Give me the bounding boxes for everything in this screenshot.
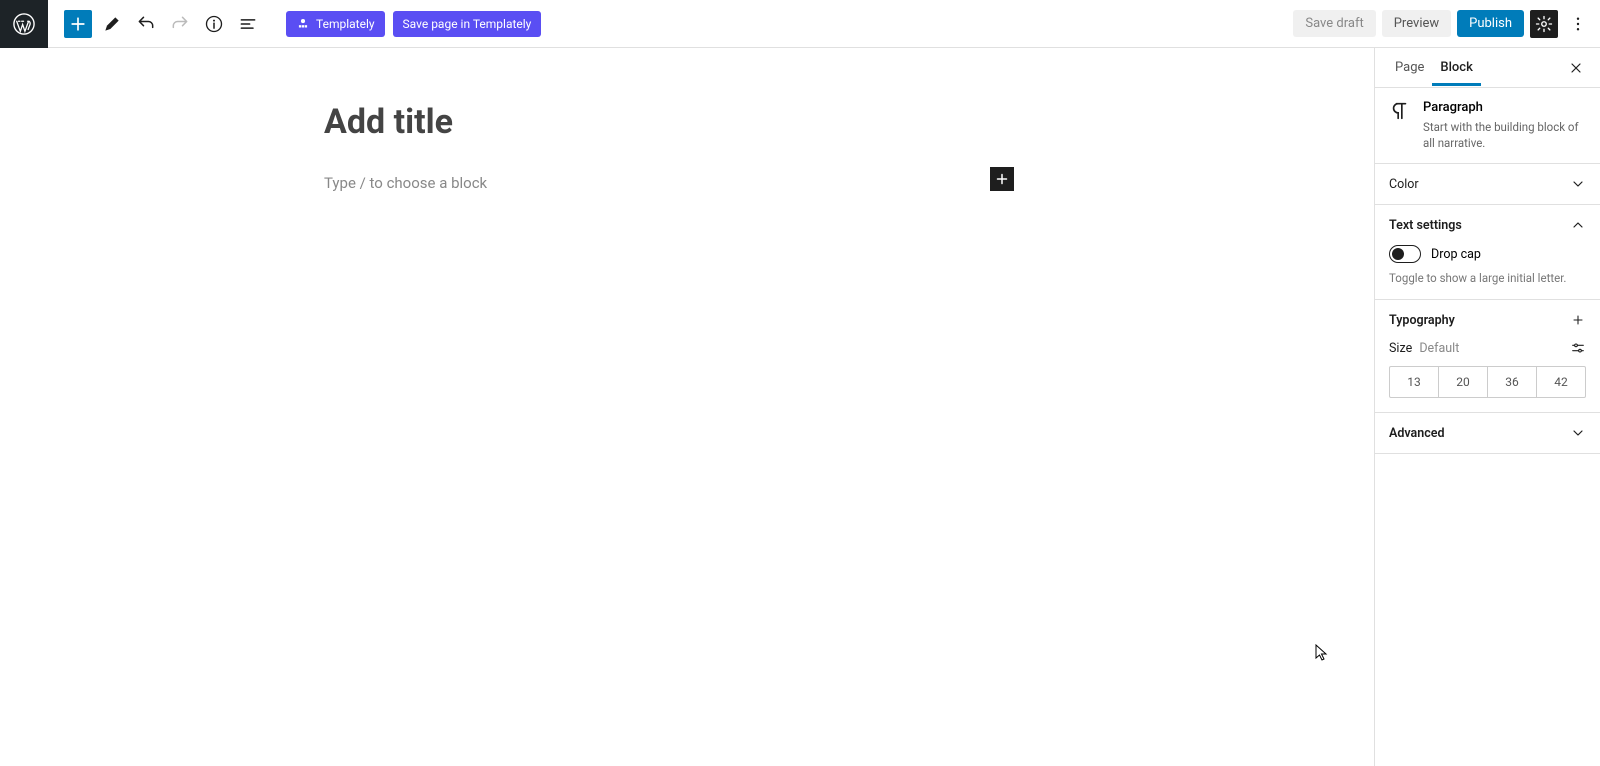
chevron-down-icon bbox=[1570, 176, 1586, 192]
list-view-icon bbox=[238, 14, 258, 34]
drop-cap-help: Toggle to show a large initial letter. bbox=[1389, 271, 1586, 285]
color-panel-toggle[interactable]: Color bbox=[1375, 164, 1600, 204]
drop-cap-toggle[interactable] bbox=[1389, 245, 1421, 263]
color-panel: Color bbox=[1375, 164, 1600, 205]
undo-icon bbox=[136, 14, 156, 34]
edit-tools-button[interactable] bbox=[98, 10, 126, 38]
more-options-button[interactable] bbox=[1564, 10, 1592, 38]
typography-title: Typography bbox=[1389, 313, 1455, 328]
advanced-panel: Advanced bbox=[1375, 413, 1600, 454]
advanced-title: Advanced bbox=[1389, 426, 1445, 441]
redo-button[interactable] bbox=[166, 10, 194, 38]
details-button[interactable] bbox=[200, 10, 228, 38]
redo-icon bbox=[170, 14, 190, 34]
block-info-header: Paragraph Start with the building block … bbox=[1375, 88, 1600, 164]
chevron-down-icon bbox=[1570, 425, 1586, 441]
save-draft-button[interactable]: Save draft bbox=[1293, 10, 1375, 37]
drop-cap-label: Drop cap bbox=[1431, 247, 1481, 262]
paragraph-icon bbox=[1389, 100, 1411, 151]
outline-button[interactable] bbox=[234, 10, 262, 38]
size-default: Default bbox=[1419, 341, 1459, 356]
block-description: Start with the building block of all nar… bbox=[1423, 119, 1586, 151]
font-size-option[interactable]: 20 bbox=[1439, 367, 1488, 397]
info-icon bbox=[204, 14, 224, 34]
pencil-icon bbox=[102, 14, 122, 34]
tab-page[interactable]: Page bbox=[1387, 50, 1432, 85]
text-settings-panel-toggle[interactable]: Text settings bbox=[1375, 205, 1600, 245]
close-sidebar-button[interactable] bbox=[1564, 56, 1588, 80]
block-placeholder-input[interactable]: Type / to choose a block bbox=[324, 174, 487, 192]
advanced-panel-toggle[interactable]: Advanced bbox=[1375, 413, 1600, 453]
inline-add-block-button[interactable] bbox=[990, 167, 1014, 191]
add-block-button[interactable] bbox=[64, 10, 92, 38]
font-size-option[interactable]: 42 bbox=[1537, 367, 1585, 397]
font-size-option[interactable]: 13 bbox=[1390, 367, 1439, 397]
post-title-input[interactable]: Add title bbox=[324, 102, 1014, 142]
color-panel-title: Color bbox=[1389, 177, 1419, 192]
text-settings-title: Text settings bbox=[1389, 218, 1462, 233]
plus-icon[interactable] bbox=[1570, 312, 1586, 328]
font-size-grid: 13 20 36 42 bbox=[1389, 366, 1586, 398]
undo-button[interactable] bbox=[132, 10, 160, 38]
publish-button[interactable]: Publish bbox=[1457, 10, 1524, 37]
settings-sidebar: Page Block Paragraph Start with the buil… bbox=[1375, 48, 1600, 766]
size-label: Size bbox=[1389, 341, 1412, 356]
sliders-icon[interactable] bbox=[1570, 340, 1586, 356]
typography-panel: Typography Size Default 13 20 36 42 bbox=[1375, 300, 1600, 413]
font-size-option[interactable]: 36 bbox=[1488, 367, 1537, 397]
wordpress-logo-button[interactable] bbox=[0, 0, 48, 48]
chevron-up-icon bbox=[1570, 217, 1586, 233]
close-icon bbox=[1568, 60, 1584, 76]
sidebar-tabs: Page Block bbox=[1375, 48, 1600, 88]
editor-canvas: Add title Type / to choose a block bbox=[0, 48, 1375, 766]
plus-icon bbox=[993, 170, 1011, 188]
templately-label: Templately bbox=[316, 17, 375, 31]
plus-icon bbox=[68, 14, 88, 34]
save-in-templately-label: Save page in Templately bbox=[403, 17, 532, 31]
save-in-templately-button[interactable]: Save page in Templately bbox=[393, 11, 542, 37]
gear-icon bbox=[1535, 15, 1553, 33]
typography-panel-header[interactable]: Typography bbox=[1375, 300, 1600, 340]
block-title: Paragraph bbox=[1423, 100, 1586, 115]
templately-button[interactable]: Templately bbox=[286, 11, 385, 37]
templately-icon bbox=[296, 17, 310, 31]
toolbar-right-group: Save draft Preview Publish bbox=[1293, 10, 1600, 38]
top-toolbar: Templately Save page in Templately Save … bbox=[0, 0, 1600, 48]
wordpress-icon bbox=[13, 13, 35, 35]
text-settings-panel: Text settings Drop cap Toggle to show a … bbox=[1375, 205, 1600, 300]
kebab-icon bbox=[1569, 15, 1587, 33]
tab-block[interactable]: Block bbox=[1432, 50, 1480, 85]
settings-toggle-button[interactable] bbox=[1530, 10, 1558, 38]
toolbar-left-group: Templately Save page in Templately bbox=[48, 10, 541, 38]
preview-button[interactable]: Preview bbox=[1382, 10, 1451, 37]
